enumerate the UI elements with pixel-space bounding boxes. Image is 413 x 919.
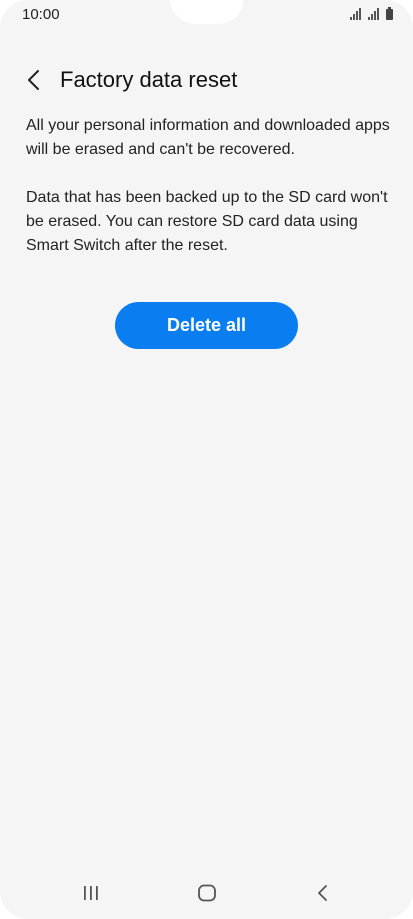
page-title: Factory data reset — [60, 67, 238, 92]
sd-card-info-text: Data that has been backed up to the SD c… — [26, 189, 388, 254]
erase-warning-text: All your personal information and downlo… — [26, 117, 390, 158]
camera-notch — [170, 0, 244, 24]
header: Factory data reset — [0, 58, 413, 102]
back-button[interactable] — [18, 64, 50, 96]
home-button[interactable] — [192, 881, 222, 905]
delete-all-button[interactable]: Delete all — [115, 302, 298, 349]
reset-description: All your personal information and downlo… — [26, 114, 391, 282]
signal-icon — [368, 8, 379, 20]
status-time: 10:00 — [22, 6, 60, 23]
back-nav-button[interactable] — [308, 881, 338, 905]
recent-apps-button[interactable] — [76, 881, 106, 905]
chevron-left-icon — [28, 70, 39, 90]
status-bar: 10:00 — [0, 0, 413, 30]
recent-apps-icon — [84, 886, 98, 900]
back-icon — [318, 885, 327, 901]
signal-icon — [350, 8, 361, 20]
factory-reset-screen: 10:00 Factory data reset All your person… — [0, 0, 413, 919]
home-icon — [198, 884, 216, 902]
battery-icon — [386, 7, 393, 20]
navigation-bar — [0, 863, 413, 919]
status-icons — [350, 7, 393, 20]
